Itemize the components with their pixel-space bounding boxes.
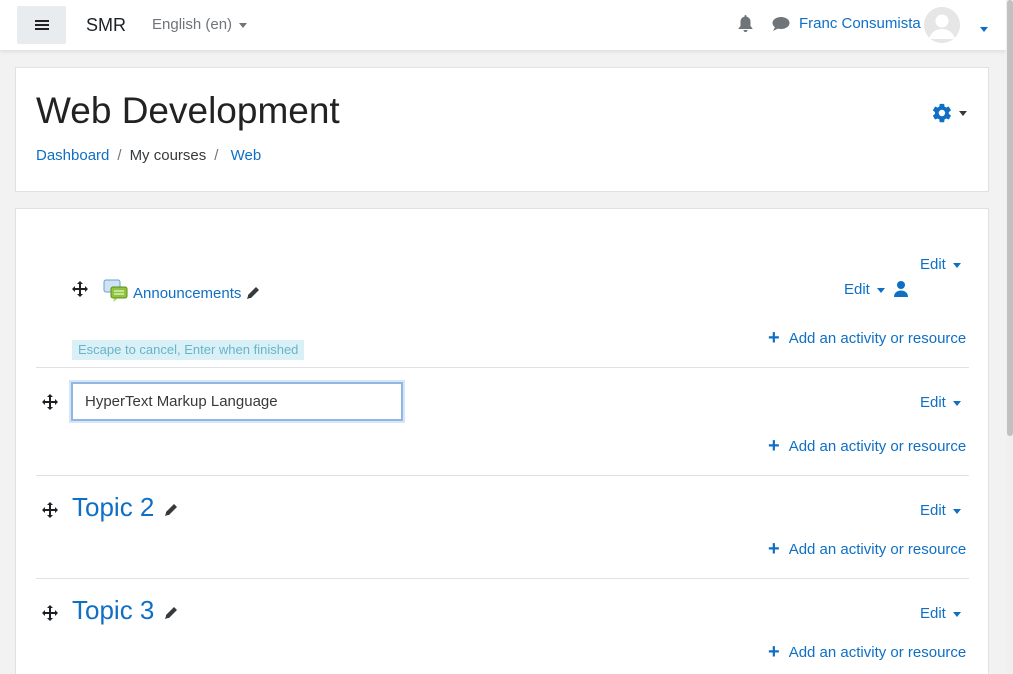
course-content: Edit Announcements Edit + Add an activity… <box>15 208 989 674</box>
move-icon[interactable] <box>42 605 58 626</box>
chevron-down-icon <box>239 22 248 28</box>
breadcrumb-web[interactable]: Web <box>231 147 262 164</box>
gear-icon <box>932 103 951 123</box>
pencil-icon[interactable] <box>164 503 178 522</box>
chevron-down-icon <box>952 508 961 514</box>
pencil-icon[interactable] <box>246 286 260 305</box>
user-menu-toggle[interactable] <box>980 21 988 39</box>
section-divider <box>36 367 969 368</box>
plus-icon: + <box>768 327 780 349</box>
section-1-edit-menu[interactable]: Edit <box>920 394 961 411</box>
hamburger-menu-button[interactable] <box>17 6 66 44</box>
page-title: Web Development <box>36 90 340 131</box>
page-header: Web Development Dashboard / My courses / We… <box>15 67 989 192</box>
plus-icon: + <box>768 435 780 457</box>
add-activity-button[interactable]: + Add an activity or resource <box>768 327 966 349</box>
section-title-topic-3[interactable]: Topic 3 <box>72 595 154 626</box>
add-activity-button[interactable]: + Add an activity or resource <box>768 435 966 457</box>
chat-icon[interactable] <box>772 16 790 37</box>
breadcrumb-my-courses: My courses <box>129 147 207 164</box>
add-activity-button[interactable]: + Add an activity or resource <box>768 538 966 560</box>
site-brand[interactable]: SMR <box>86 15 126 36</box>
chevron-down-icon <box>952 262 961 268</box>
chevron-down-icon <box>980 27 988 33</box>
section-0-edit-menu[interactable]: Edit <box>920 256 961 273</box>
pencil-icon[interactable] <box>164 606 178 625</box>
avatar-icon[interactable] <box>924 7 960 43</box>
activity-name: Announcements <box>133 285 242 302</box>
move-icon[interactable] <box>42 394 58 415</box>
inline-edit-hint: Escape to cancel, Enter when finished <box>72 340 305 360</box>
add-activity-button[interactable]: + Add an activity or resource <box>768 641 966 663</box>
plus-icon: + <box>768 641 780 663</box>
navbar: SMR English (en) Franc Consumista <box>0 0 1006 50</box>
section-name-input[interactable] <box>71 382 403 421</box>
section-title-topic-2[interactable]: Topic 2 <box>72 492 154 523</box>
hamburger-icon <box>34 24 49 26</box>
course-settings-menu[interactable] <box>931 102 967 124</box>
language-menu[interactable]: English (en) <box>152 16 248 33</box>
move-icon[interactable] <box>72 281 88 302</box>
chevron-down-icon <box>959 110 967 116</box>
breadcrumb: Dashboard / My courses / Web <box>36 147 262 164</box>
section-2-edit-menu[interactable]: Edit <box>920 502 961 519</box>
forum-icon <box>103 279 128 308</box>
scrollbar-thumb[interactable] <box>1007 0 1013 436</box>
chevron-down-icon <box>876 287 885 293</box>
user-icon[interactable] <box>894 281 908 302</box>
chevron-down-icon <box>952 611 961 617</box>
user-name[interactable]: Franc Consumista <box>799 15 921 32</box>
move-icon[interactable] <box>42 502 58 523</box>
section-divider <box>36 578 969 579</box>
language-label: English (en) <box>152 16 233 33</box>
activity-edit-menu[interactable]: Edit <box>844 281 885 298</box>
bell-icon[interactable] <box>737 15 754 38</box>
activity-announcements-link[interactable]: Announcements <box>133 285 241 302</box>
section-divider <box>36 475 969 476</box>
plus-icon: + <box>768 538 780 560</box>
section-3-edit-menu[interactable]: Edit <box>920 605 961 622</box>
chevron-down-icon <box>952 400 961 406</box>
breadcrumb-dashboard[interactable]: Dashboard <box>36 147 109 164</box>
